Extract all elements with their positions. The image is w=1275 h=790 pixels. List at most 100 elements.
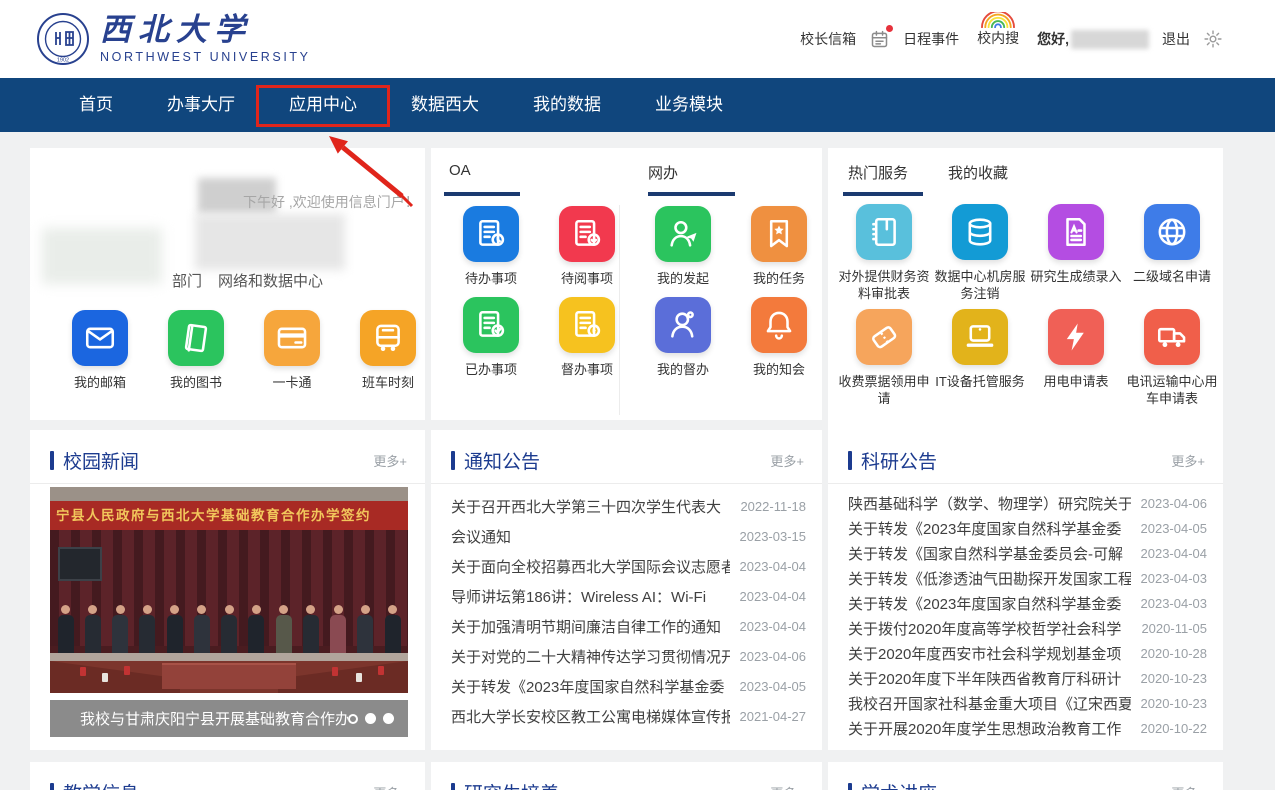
oa-app-item[interactable]: 待办事项	[443, 206, 539, 288]
doc-a-icon	[1048, 204, 1104, 260]
oa-app-item[interactable]: 督办事项	[539, 297, 635, 379]
research-row[interactable]: 关于转发《2023年度国家自然科学基金委 2023-04-03	[848, 591, 1207, 616]
quick-link-item[interactable]: 我的邮箱	[52, 310, 148, 392]
notice-date: 2023-04-04	[740, 589, 807, 604]
nav-item[interactable]: 我的数据	[506, 78, 628, 132]
notice-row[interactable]: 关于面向全校招募西北大学国际会议志愿者 2023-04-04	[451, 551, 806, 581]
research-row[interactable]: 关于转发《2023年度国家自然科学基金委 2023-04-05	[848, 516, 1207, 541]
lectures-more-link[interactable]: 更多+	[1171, 783, 1205, 790]
service-app-item[interactable]: 研究生成绩录入	[1028, 204, 1124, 303]
service-app-item[interactable]: 收费票据领用申请	[836, 309, 932, 408]
oa-app-item[interactable]: 我的知会	[731, 297, 827, 379]
news-carousel-caption[interactable]: 我校与甘肃庆阳宁县开展基础教育合作办	[50, 700, 408, 737]
nav-item[interactable]: 应用中心	[262, 78, 384, 132]
nav-item[interactable]: 数据西大	[384, 78, 506, 132]
ticket-icon	[856, 309, 912, 365]
oa-app-item[interactable]: 我的督办	[635, 297, 731, 379]
research-row[interactable]: 关于2020年度下半年陕西省教育厅科研计 2020-10-23	[848, 666, 1207, 691]
database-icon	[952, 204, 1008, 260]
services-panel: 热门服务 我的收藏 对外提供财务资料审批表 数据中心机房服务注销 研究生成绩录入	[828, 148, 1223, 430]
oa-app-item[interactable]: 已办事项	[443, 297, 539, 379]
research-row[interactable]: 关于转发《国家自然科学基金委员会-可解 2023-04-04	[848, 541, 1207, 566]
service-app-item[interactable]: IT设备托管服务	[932, 309, 1028, 408]
quick-link-item[interactable]: 班车时刻	[340, 310, 436, 392]
oa-app-label: 待办事项	[443, 271, 539, 288]
bus-icon	[360, 310, 416, 366]
campus-search-link[interactable]: 校内搜	[972, 12, 1024, 48]
research-text: 关于转发《2023年度国家自然科学基金委	[848, 518, 1131, 539]
person-icon	[655, 297, 711, 353]
teaching-info-more-link[interactable]: 更多+	[373, 783, 407, 790]
schedule-calendar-icon[interactable]	[869, 29, 890, 50]
service-app-label: 对外提供财务资料审批表	[836, 269, 932, 303]
tab-hot-services[interactable]: 热门服务	[848, 162, 908, 183]
research-row[interactable]: 关于拨付2020年度高等学校哲学社会科学 2020-11-05	[848, 616, 1207, 641]
notices-card: 通知公告 更多+ 关于召开西北大学第三十四次学生代表大 2022-11-18 会…	[431, 430, 822, 750]
service-app-label: 电讯运输中心用车申请表	[1124, 374, 1220, 408]
title-bar	[848, 451, 852, 470]
research-text: 关于2020年度西安市社会科学规划基金项	[848, 643, 1131, 664]
research-row[interactable]: 关于转发《低渗透油气田勘探开发国家工程 2023-04-03	[848, 566, 1207, 591]
schedule-link[interactable]: 日程事件	[903, 29, 959, 49]
oa-app-label: 我的督办	[635, 362, 731, 379]
research-row[interactable]: 我校召开国家社科基金重大项目《辽宋西夏 2020-10-23	[848, 691, 1207, 716]
header-links: 校长信箱 日程事件 校内搜 您好, 退出	[800, 29, 1223, 50]
notices-more-link[interactable]: 更多+	[770, 451, 804, 470]
rainbow-icon	[972, 12, 1024, 28]
university-logo[interactable]: 1902 西北大学 NORTHWEST UNIVERSITY	[36, 12, 311, 66]
notice-row[interactable]: 关于对党的二十大精神传达学习贯彻情况开 2023-04-06	[451, 641, 806, 671]
book-icon	[168, 310, 224, 366]
tab-wangban[interactable]: 网办	[648, 162, 678, 183]
service-app-item[interactable]: 用电申请表	[1028, 309, 1124, 408]
tab-oa-underline	[444, 192, 520, 196]
tab-oa[interactable]: OA	[449, 162, 471, 179]
president-mailbox-link[interactable]: 校长信箱	[800, 29, 856, 49]
bookmark-star-icon	[751, 206, 807, 262]
research-row[interactable]: 陕西基础科学（数学、物理学）研究院关于 2023-04-06	[848, 491, 1207, 516]
research-row[interactable]: 关于开展2020年度学生思想政治教育工作 2020-10-22	[848, 716, 1207, 741]
service-app-item[interactable]: 数据中心机房服务注销	[932, 204, 1028, 303]
service-app-label: IT设备托管服务	[932, 374, 1028, 391]
bell-icon	[751, 297, 807, 353]
research-row[interactable]: 关于2020年度西安市社会科学规划基金项 2020-10-28	[848, 641, 1207, 666]
notice-row[interactable]: 会议通知 2023-03-15	[451, 521, 806, 551]
research-more-link[interactable]: 更多+	[1171, 451, 1205, 470]
service-app-label: 收费票据领用申请	[836, 374, 932, 408]
campus-news-more-link[interactable]: 更多+	[373, 451, 407, 470]
quick-link-item[interactable]: 一卡通	[244, 310, 340, 392]
research-date: 2020-10-22	[1141, 721, 1208, 736]
svg-text:1902: 1902	[57, 58, 69, 64]
notice-date: 2023-03-15	[740, 529, 807, 544]
service-app-item[interactable]: 电讯运输中心用车申请表	[1124, 309, 1220, 408]
notice-row[interactable]: 导师讲坛第186讲：Wireless AI：Wi-Fi 2023-04-04	[451, 581, 806, 611]
logout-link[interactable]: 退出	[1162, 29, 1190, 49]
oa-app-label: 我的任务	[731, 271, 827, 288]
notice-row[interactable]: 西北大学长安校区教工公寓电梯媒体宣传报 2021-04-27	[451, 701, 806, 731]
news-photo[interactable]: 宁县人民政府与西北大学基础教育合作办学签约	[50, 487, 408, 693]
oa-app-item[interactable]: 待阅事项	[539, 206, 635, 288]
gear-icon[interactable]	[1203, 29, 1223, 49]
nav-item[interactable]: 首页	[52, 78, 140, 132]
service-app-label: 二级域名申请	[1124, 269, 1220, 286]
carousel-dot[interactable]	[383, 713, 394, 724]
oa-app-item[interactable]: 我的任务	[731, 206, 827, 288]
tab-my-favorites[interactable]: 我的收藏	[948, 162, 1008, 183]
nav-item[interactable]: 业务模块	[628, 78, 750, 132]
lectures-title: 学术讲座	[861, 779, 937, 790]
graduate-more-link[interactable]: 更多+	[770, 783, 804, 790]
notice-row[interactable]: 关于召开西北大学第三十四次学生代表大 2022-11-18	[451, 491, 806, 521]
logo-en-text: NORTHWEST UNIVERSITY	[100, 50, 311, 64]
oa-panel: OA 网办 待办事项 待阅事项 我的发起	[431, 148, 822, 420]
quick-link-item[interactable]: 我的图书	[148, 310, 244, 392]
carousel-dot[interactable]	[365, 713, 376, 724]
doc-check-icon	[463, 297, 519, 353]
oa-app-item[interactable]: 我的发起	[635, 206, 731, 288]
research-list: 陕西基础科学（数学、物理学）研究院关于 2023-04-06 关于转发《2023…	[828, 484, 1223, 741]
carousel-dot[interactable]	[348, 714, 358, 724]
service-app-item[interactable]: 二级域名申请	[1124, 204, 1220, 303]
service-app-item[interactable]: 对外提供财务资料审批表	[836, 204, 932, 303]
notice-row[interactable]: 关于转发《2023年度国家自然科学基金委 2023-04-05	[451, 671, 806, 701]
nav-item[interactable]: 办事大厅	[140, 78, 262, 132]
notice-date: 2023-04-04	[740, 559, 807, 574]
notice-row[interactable]: 关于加强清明节期间廉洁自律工作的通知 2023-04-04	[451, 611, 806, 641]
